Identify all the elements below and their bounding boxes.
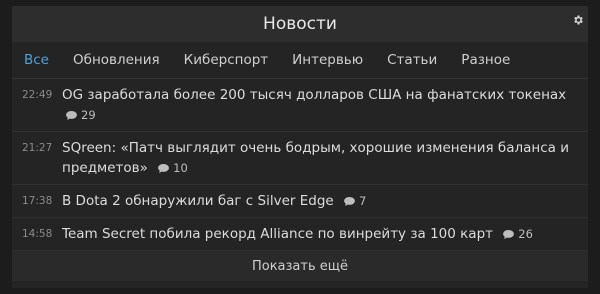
comment-count-value: 10 bbox=[173, 161, 188, 175]
tab-interviews[interactable]: Интервью bbox=[280, 42, 375, 78]
news-title[interactable]: Team Secret побила рекорд Alliance по ви… bbox=[62, 226, 493, 242]
tab-misc[interactable]: Разное bbox=[449, 42, 522, 78]
gear-icon[interactable] bbox=[572, 14, 584, 26]
comment-bubble-icon bbox=[66, 110, 77, 120]
comment-count[interactable]: 7 bbox=[344, 191, 366, 211]
news-panel: Новости Все Обновления Киберспорт Интерв… bbox=[12, 6, 588, 288]
comment-count[interactable]: 26 bbox=[503, 224, 533, 244]
news-time: 14:58 bbox=[22, 228, 53, 240]
news-list: 22:49 OG заработала более 200 тысяч долл… bbox=[12, 79, 588, 251]
news-body: В Dota 2 обнаружили баг с Silver Edge 7 bbox=[62, 191, 578, 211]
news-body: Team Secret побила рекорд Alliance по ви… bbox=[62, 224, 578, 244]
show-more-button[interactable]: Показать ещё bbox=[12, 251, 588, 281]
news-time: 21:27 bbox=[22, 142, 53, 154]
tab-all[interactable]: Все bbox=[12, 42, 61, 78]
news-time: 17:38 bbox=[22, 195, 53, 207]
tab-esports[interactable]: Киберспорт bbox=[172, 42, 281, 78]
news-item[interactable]: 22:49 OG заработала более 200 тысяч долл… bbox=[12, 79, 588, 132]
news-title[interactable]: В Dota 2 обнаружили баг с Silver Edge bbox=[62, 193, 334, 209]
comment-bubble-icon bbox=[503, 229, 515, 239]
comment-count-value: 7 bbox=[359, 194, 367, 208]
comment-count[interactable]: 10 bbox=[158, 158, 188, 178]
tab-updates[interactable]: Обновления bbox=[61, 42, 172, 78]
news-time: 22:49 bbox=[22, 89, 53, 101]
news-item[interactable]: 17:38 В Dota 2 обнаружили баг с Silver E… bbox=[12, 185, 588, 218]
comment-count-value: 26 bbox=[518, 227, 533, 241]
news-tabs: Все Обновления Киберспорт Интервью Стать… bbox=[12, 42, 588, 79]
news-title[interactable]: SQreen: «Патч выглядит очень бодрым, хор… bbox=[62, 140, 569, 176]
tab-articles[interactable]: Статьи bbox=[375, 42, 449, 78]
news-body: OG заработала более 200 тысяч долларов С… bbox=[62, 85, 578, 125]
news-body: SQreen: «Патч выглядит очень бодрым, хор… bbox=[62, 138, 578, 178]
comment-count-value: 29 bbox=[81, 108, 96, 122]
comment-bubble-icon bbox=[344, 196, 355, 206]
news-header: Новости bbox=[12, 6, 588, 42]
news-item[interactable]: 21:27 SQreen: «Патч выглядит очень бодры… bbox=[12, 132, 588, 185]
comment-count[interactable]: 29 bbox=[66, 105, 96, 125]
news-title[interactable]: OG заработала более 200 тысяч долларов С… bbox=[62, 87, 566, 103]
news-item[interactable]: 14:58 Team Secret побила рекорд Alliance… bbox=[12, 218, 588, 251]
comment-bubble-icon bbox=[158, 163, 170, 173]
page-title: Новости bbox=[263, 14, 337, 34]
